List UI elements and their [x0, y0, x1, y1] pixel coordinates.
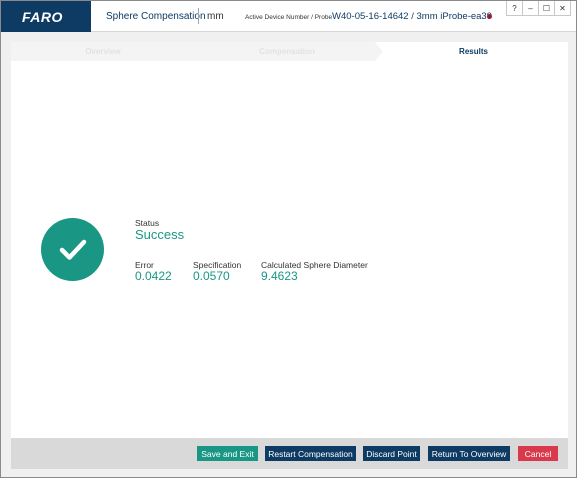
- minimize-button[interactable]: –: [522, 1, 539, 16]
- sphere-diameter-value: 9.4623: [261, 269, 298, 283]
- footer-bar: Save and Exit Restart Compensation Disca…: [11, 438, 568, 469]
- window-controls: ? – ☐ ✕: [506, 1, 571, 16]
- title-bar: FARO Sphere Compensation mm Active Devic…: [1, 1, 576, 32]
- device-value[interactable]: W40-05-16-14642 / 3mm iProbe-ea39: [332, 11, 492, 22]
- check-mark: [59, 239, 86, 260]
- app-window: FARO Sphere Compensation mm Active Devic…: [0, 0, 577, 478]
- save-and-exit-button[interactable]: Save and Exit: [197, 446, 258, 461]
- main-panel: Overview Compensation Results Status Suc…: [11, 42, 568, 438]
- discard-point-button[interactable]: Discard Point: [363, 446, 420, 461]
- step-progress-bar: Overview Compensation Results: [11, 42, 568, 61]
- return-to-overview-button[interactable]: Return To Overview: [428, 446, 510, 461]
- title-divider: [198, 8, 199, 24]
- step-results: Results: [459, 47, 488, 56]
- step-compensation: Compensation: [259, 47, 315, 56]
- device-status-dot-icon: [487, 14, 492, 19]
- specification-value: 0.0570: [193, 269, 230, 283]
- units-label[interactable]: mm: [207, 11, 224, 22]
- faro-logo: FARO: [1, 1, 91, 32]
- check-circle-icon: [41, 218, 104, 281]
- help-button[interactable]: ?: [506, 1, 523, 16]
- device-label: Active Device Number / Probe: [245, 14, 333, 21]
- restart-compensation-button[interactable]: Restart Compensation: [265, 446, 356, 461]
- cancel-button[interactable]: Cancel: [518, 446, 558, 461]
- logo-text: FARO: [22, 8, 63, 25]
- error-value: 0.0422: [135, 269, 172, 283]
- step-overview: Overview: [85, 47, 121, 56]
- status-value: Success: [135, 227, 185, 242]
- app-title: Sphere Compensation: [106, 11, 206, 22]
- close-button[interactable]: ✕: [554, 1, 571, 16]
- maximize-button[interactable]: ☐: [538, 1, 555, 16]
